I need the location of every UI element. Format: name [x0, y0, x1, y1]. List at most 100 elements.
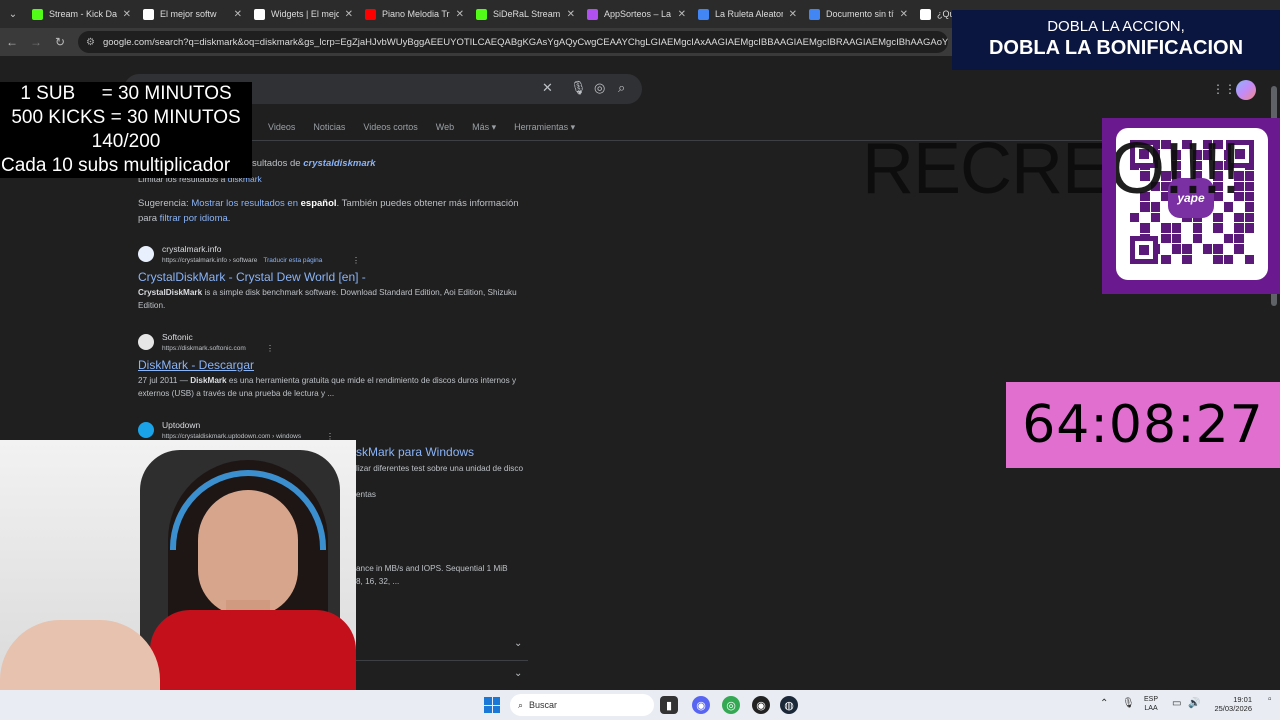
tab-label: Widgets | El mejo: [271, 9, 339, 19]
address-bar[interactable]: ⚙ google.com/search?q=diskmark&oq=diskma…: [78, 31, 948, 53]
close-tab-icon[interactable]: ✕: [678, 9, 686, 20]
qr-module: [1182, 254, 1192, 264]
reload-icon[interactable]: ↻: [48, 28, 72, 56]
qr-module: [1234, 202, 1243, 211]
qr-module: [1140, 213, 1149, 222]
qr-module: [1213, 140, 1223, 150]
tab-videos[interactable]: Videos: [268, 122, 295, 133]
qr-module: [1224, 244, 1233, 253]
notifications-icon[interactable]: ▫: [1268, 694, 1272, 705]
streamelements-icon: [143, 8, 154, 20]
tab-herramientas[interactable]: Herramientas ▾: [514, 122, 575, 133]
suggestion-line: Sugerencia: Mostrar los resultados en es…: [138, 198, 519, 209]
browser-tab[interactable]: El mejor softw ✕: [137, 0, 248, 28]
suggestion-line-2: para filtrar por idioma.: [138, 213, 230, 224]
result-title-link[interactable]: skMark para Windows: [356, 445, 474, 459]
result-description: CrystalDiskMark is a simple disk benchma…: [138, 286, 538, 312]
close-tab-icon[interactable]: ✕: [123, 9, 131, 20]
qr-module: [1140, 223, 1150, 233]
qr-module: [1202, 244, 1213, 254]
qr-module: [1245, 244, 1254, 253]
close-tab-icon[interactable]: ✕: [567, 9, 575, 20]
avatar[interactable]: [1236, 80, 1256, 100]
address-url[interactable]: google.com/search?q=diskmark&oq=diskmark…: [103, 37, 948, 48]
suggest-link[interactable]: Mostrar los resultados en español: [191, 198, 336, 209]
qr-module: [1234, 255, 1243, 264]
volume-icon[interactable]: 🔊: [1188, 698, 1200, 709]
filter-language-link[interactable]: filtrar por idioma: [160, 213, 228, 224]
close-tab-icon[interactable]: ✕: [900, 9, 908, 20]
qr-module: [1213, 171, 1223, 181]
qr-module: [1151, 223, 1160, 232]
qr-module: [1244, 254, 1254, 264]
browser-tab[interactable]: Documento sin tít ✕: [803, 0, 914, 28]
yape-logo: yape: [1168, 178, 1214, 218]
windows-start-icon[interactable]: [484, 697, 500, 713]
result-title-link[interactable]: CrystalDiskMark - Crystal Dew World [en]…: [138, 270, 366, 284]
chevron-down-icon[interactable]: ⌄: [514, 668, 522, 679]
subscription-goal-overlay: 1 SUB = 30 MINUTOS 500 KICKS = 30 MINUTO…: [0, 82, 252, 178]
webcam-feed: [0, 440, 356, 690]
browser-tab[interactable]: Widgets | El mejo ✕: [248, 0, 359, 28]
qr-module: [1140, 182, 1149, 191]
steam-icon[interactable]: ◍: [780, 696, 798, 714]
qr-module: [1150, 202, 1161, 212]
clear-icon[interactable]: ✕: [542, 80, 553, 96]
chevron-down-icon[interactable]: ⌄: [514, 638, 522, 649]
browser-tab[interactable]: Stream - Kick Das ✕: [26, 0, 137, 28]
qr-module: [1223, 233, 1234, 244]
tab-videos-cortos[interactable]: Videos cortos: [363, 122, 417, 133]
browser-tab[interactable]: La Ruleta Aleator ✕: [692, 0, 803, 28]
appsorteos-icon: [587, 8, 598, 20]
close-tab-icon[interactable]: ✕: [345, 9, 353, 20]
qr-module: [1234, 233, 1244, 244]
tab-search-icon[interactable]: ⌄: [0, 0, 26, 28]
close-tab-icon[interactable]: ✕: [234, 9, 242, 20]
tray-chevron-up-icon[interactable]: ⌃: [1100, 698, 1108, 709]
tab-noticias[interactable]: Noticias: [313, 122, 345, 133]
partial-description: ance in MB/s and IOPS. Sequential 1 MiB …: [356, 562, 536, 588]
tab-mas[interactable]: Más ▾: [472, 122, 496, 133]
language-indicator[interactable]: ESP LAA: [1144, 695, 1158, 713]
tab-web[interactable]: Web: [436, 122, 454, 133]
promo-banner: DOBLA LA ACCION, DOBLA LA BONIFICACION: [952, 10, 1280, 70]
chrome-icon[interactable]: ◎: [722, 696, 740, 714]
browser-tab[interactable]: SiDeRaL Stream - ✕: [470, 0, 581, 28]
microphone-icon[interactable]: 🎙: [1122, 698, 1135, 709]
lens-icon[interactable]: ◎: [594, 80, 605, 96]
more-options-icon[interactable]: ⋮: [266, 344, 274, 353]
network-icon[interactable]: ▭: [1172, 698, 1181, 709]
qr-module: [1234, 181, 1244, 192]
task-view-icon[interactable]: ▮: [660, 696, 678, 714]
taskbar-clock[interactable]: 19:01 25/03/2026: [1208, 695, 1252, 713]
browser-tab[interactable]: Piano Melodia Tri ✕: [359, 0, 470, 28]
qr-module: [1171, 160, 1182, 171]
taskbar-search-input[interactable]: ⌕ Buscar: [510, 694, 654, 716]
crystalmark-favicon-icon: [138, 246, 154, 262]
translate-link[interactable]: Traducir esta página: [263, 257, 322, 264]
discord-icon[interactable]: ◉: [692, 696, 710, 714]
obs-icon[interactable]: ◉: [752, 696, 770, 714]
qr-module: [1182, 244, 1192, 254]
browser-tab[interactable]: AppSorteos – La ✕: [581, 0, 692, 28]
qr-module: [1182, 223, 1191, 232]
more-options-icon[interactable]: ⋮: [352, 256, 360, 265]
tab-label: La Ruleta Aleator: [715, 9, 783, 19]
site-info-icon[interactable]: ⚙: [86, 37, 95, 48]
qr-module: [1223, 202, 1234, 212]
search-icon[interactable]: ⌕: [618, 80, 625, 96]
qr-module: [1130, 202, 1139, 211]
result-title-link[interactable]: DiskMark - Descargar: [138, 358, 254, 372]
back-icon[interactable]: ←: [0, 28, 24, 56]
close-tab-icon[interactable]: ✕: [789, 9, 797, 20]
close-tab-icon[interactable]: ✕: [456, 9, 464, 20]
qr-module: [1192, 233, 1202, 244]
microphone-icon[interactable]: 🎙: [570, 80, 587, 96]
qr-module: [1213, 181, 1223, 192]
sub-line-4: Cada 10 subs multiplicador: [1, 155, 231, 176]
showing-results-line: sultados de crystaldiskmark: [252, 158, 376, 169]
forward-icon[interactable]: →: [24, 28, 48, 56]
webcam-person-face: [198, 490, 298, 616]
showing-query-link[interactable]: crystaldiskmark: [303, 158, 375, 169]
taskbar-search-placeholder: Buscar: [529, 700, 558, 710]
